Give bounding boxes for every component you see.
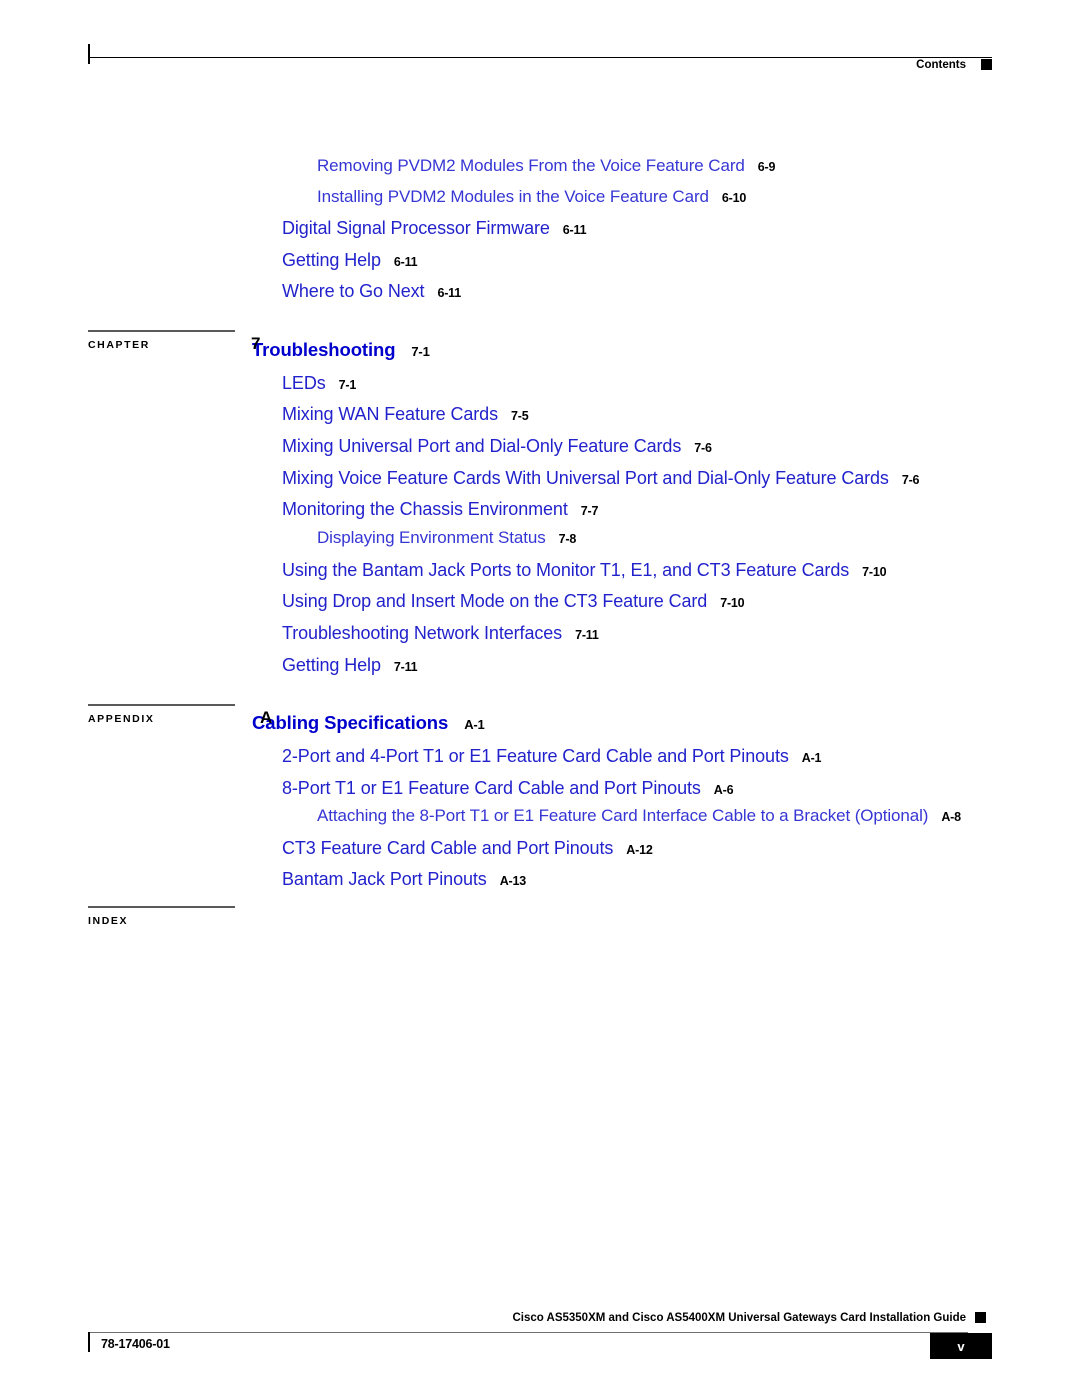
section-label-number: 7 bbox=[251, 334, 261, 353]
section-label-rule bbox=[88, 330, 235, 332]
toc-entry-page-number: A-1 bbox=[464, 717, 485, 732]
toc-entry[interactable]: Getting Help 6-11 bbox=[282, 250, 418, 270]
footer-rule bbox=[88, 1332, 968, 1333]
toc-entry-title[interactable]: Attaching the 8-Port T1 or E1 Feature Ca… bbox=[317, 806, 928, 825]
toc-entry-page-number: 6-11 bbox=[393, 255, 418, 269]
page-header: Contents bbox=[88, 44, 992, 84]
toc-entry[interactable]: Troubleshooting Network Interfaces 7-11 bbox=[282, 624, 599, 643]
toc-entry-title[interactable]: Removing PVDM2 Modules From the Voice Fe… bbox=[317, 156, 745, 175]
toc-entry[interactable]: Using Drop and Insert Mode on the CT3 Fe… bbox=[282, 591, 745, 611]
toc-entry-page-number: 7-11 bbox=[575, 628, 599, 642]
toc-entry-title[interactable]: Troubleshooting Network Interfaces bbox=[282, 623, 562, 643]
black-square-marker-icon bbox=[981, 59, 992, 70]
toc-entry-page-number: 6-11 bbox=[437, 286, 461, 300]
toc-entry-page-number: A-13 bbox=[499, 874, 526, 888]
footer-left-tick-icon bbox=[88, 1332, 90, 1352]
toc-entry-page-number: 7-10 bbox=[862, 565, 887, 579]
toc-page: Contents Removing PVDM2 Modules From the… bbox=[0, 0, 1080, 1397]
footer-page-number: v bbox=[930, 1333, 992, 1359]
toc-entry-page-number: A-6 bbox=[713, 783, 734, 797]
footer-black-square-marker-icon bbox=[975, 1312, 986, 1323]
toc-entry[interactable]: CT3 Feature Card Cable and Port Pinouts A… bbox=[282, 839, 653, 858]
toc-entry-title[interactable]: Where to Go Next bbox=[282, 281, 425, 301]
toc-entry-page-number: A-8 bbox=[941, 810, 961, 824]
toc-chapter-entry[interactable]: Troubleshooting 7-1 bbox=[252, 339, 430, 360]
toc-entry[interactable]: Displaying Environment Status 7-8 bbox=[317, 529, 576, 547]
toc-entry-page-number: 6-11 bbox=[562, 223, 587, 237]
toc-entry[interactable]: Digital Signal Processor Firmware 6-11 bbox=[282, 218, 587, 238]
section-label-rule bbox=[88, 906, 235, 908]
toc-entry-title[interactable]: Mixing Voice Feature Cards With Universa… bbox=[282, 468, 889, 488]
section-label-name: CHAPTER bbox=[88, 339, 150, 351]
toc-entry-title[interactable]: 2-Port and 4-Port T1 or E1 Feature Card … bbox=[282, 746, 789, 766]
header-left-tick-icon bbox=[88, 44, 90, 64]
toc-entry-page-number: 7-6 bbox=[901, 473, 920, 487]
toc-entry-title[interactable]: LEDs bbox=[282, 373, 326, 393]
toc-entry-page-number: 7-6 bbox=[694, 441, 712, 455]
toc-entry[interactable]: Removing PVDM2 Modules From the Voice Fe… bbox=[317, 157, 775, 175]
toc-entry[interactable]: Using the Bantam Jack Ports to Monitor T… bbox=[282, 560, 887, 580]
section-label-name: INDEX bbox=[88, 915, 129, 927]
toc-entry[interactable]: Mixing Universal Port and Dial-Only Feat… bbox=[282, 437, 712, 456]
section-label-number: A bbox=[260, 708, 273, 727]
toc-entry[interactable]: 2-Port and 4-Port T1 or E1 Feature Card … bbox=[282, 747, 821, 766]
toc-entry-page-number: 7-8 bbox=[558, 532, 577, 546]
toc-entry-title[interactable]: Getting Help bbox=[282, 250, 381, 270]
toc-entry-page-number: 6-10 bbox=[721, 191, 747, 205]
toc-entry-page-number: 7-5 bbox=[511, 409, 529, 423]
toc-entry-page-number: 7-11 bbox=[393, 660, 418, 674]
toc-entry-title[interactable]: Mixing WAN Feature Cards bbox=[282, 404, 498, 424]
toc-entry-title[interactable]: Displaying Environment Status bbox=[317, 528, 546, 547]
toc-entry-title[interactable]: 8-Port T1 or E1 Feature Card Cable and P… bbox=[282, 778, 701, 798]
section-label-name: APPENDIX bbox=[88, 713, 155, 725]
toc-entry[interactable]: Mixing WAN Feature Cards 7-5 bbox=[282, 404, 529, 424]
toc-chapter-entry[interactable]: Cabling Specifications A-1 bbox=[252, 712, 485, 733]
toc-entry-page-number: 7-1 bbox=[338, 378, 357, 392]
toc-entry-page-number: 6-9 bbox=[757, 160, 776, 174]
toc-entry-title[interactable]: Using the Bantam Jack Ports to Monitor T… bbox=[282, 560, 849, 580]
header-rule bbox=[88, 57, 992, 58]
toc-entry-page-number: A-1 bbox=[801, 751, 822, 765]
toc-entry[interactable]: Monitoring the Chassis Environment 7-7 bbox=[282, 500, 598, 519]
toc-entry-page-number: 7-10 bbox=[720, 596, 745, 610]
toc-entry-title[interactable]: Cabling Specifications bbox=[252, 712, 448, 733]
footer-doc-title: Cisco AS5350XM and Cisco AS5400XM Univer… bbox=[512, 1312, 966, 1324]
toc-entry-title[interactable]: Troubleshooting bbox=[252, 339, 396, 360]
toc-entry-title[interactable]: Bantam Jack Port Pinouts bbox=[282, 869, 487, 889]
toc-entry-title[interactable]: CT3 Feature Card Cable and Port Pinouts bbox=[282, 838, 613, 858]
toc-entry[interactable]: Attaching the 8-Port T1 or E1 Feature Ca… bbox=[317, 807, 961, 825]
toc-entry-page-number: 7-1 bbox=[411, 344, 430, 359]
toc-entry[interactable]: Installing PVDM2 Modules in the Voice Fe… bbox=[317, 188, 746, 206]
section-label-rule bbox=[88, 704, 235, 706]
header-title: Contents bbox=[916, 59, 966, 71]
toc-entry-title[interactable]: Monitoring the Chassis Environment bbox=[282, 499, 568, 519]
toc-entry[interactable]: Where to Go Next 6-11 bbox=[282, 282, 461, 301]
toc-entry-title[interactable]: Using Drop and Insert Mode on the CT3 Fe… bbox=[282, 591, 707, 611]
toc-entry[interactable]: 8-Port T1 or E1 Feature Card Cable and P… bbox=[282, 778, 734, 798]
toc-entry-page-number: 7-7 bbox=[580, 504, 599, 518]
toc-entry-title[interactable]: Mixing Universal Port and Dial-Only Feat… bbox=[282, 436, 681, 456]
footer-document-number: 78-17406-01 bbox=[101, 1337, 170, 1351]
toc-entry[interactable]: LEDs 7-1 bbox=[282, 374, 356, 393]
page-footer: Cisco AS5350XM and Cisco AS5400XM Univer… bbox=[88, 1312, 992, 1372]
toc-entry-title[interactable]: Installing PVDM2 Modules in the Voice Fe… bbox=[317, 187, 709, 206]
toc-entry-page-number: A-12 bbox=[626, 843, 653, 857]
toc-entry[interactable]: Bantam Jack Port Pinouts A-13 bbox=[282, 870, 526, 889]
toc-entry[interactable]: Mixing Voice Feature Cards With Universa… bbox=[282, 468, 920, 488]
toc-entry-title[interactable]: Getting Help bbox=[282, 655, 381, 675]
toc-entry[interactable]: Getting Help 7-11 bbox=[282, 655, 418, 675]
toc-entry-title[interactable]: Digital Signal Processor Firmware bbox=[282, 218, 550, 238]
